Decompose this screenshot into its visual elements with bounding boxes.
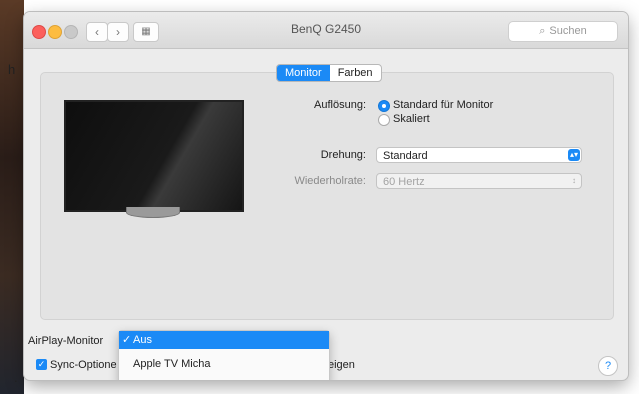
tab-bar: Monitor Farben: [276, 64, 382, 82]
preferences-window: ‹ › ▦ BenQ G2450 ⌕ Suchen Monitor Farben …: [24, 12, 628, 380]
sync-checkbox[interactable]: ✓: [36, 359, 47, 370]
radio-standard[interactable]: [378, 100, 390, 112]
rotation-select[interactable]: Standard ▴▾: [376, 147, 582, 163]
edge-text-fragment: h: [8, 62, 16, 77]
chevron-updown-icon: ▴▾: [568, 149, 580, 161]
airplay-label: AirPlay-Monitor: [28, 335, 104, 347]
rotation-label: Drehung:: [320, 149, 366, 161]
monitor-stand-image: [126, 207, 180, 218]
tab-monitor[interactable]: Monitor: [277, 65, 330, 81]
resolution-label: Auflösung:: [314, 99, 366, 111]
menu-item-apple-tv-label: Apple TV Micha: [133, 358, 211, 370]
edge-text-fragment: .: [14, 370, 18, 385]
menu-item-apple-tv[interactable]: Apple TV Micha: [119, 355, 329, 373]
sync-options-label: Sync-Optione: [50, 359, 117, 371]
tab-farben[interactable]: Farben: [330, 65, 381, 81]
search-field[interactable]: ⌕ Suchen: [508, 21, 618, 42]
magnifier-icon: ⌕: [539, 25, 546, 37]
refresh-value: 60 Hertz: [383, 176, 425, 188]
desktop-background: [0, 0, 24, 394]
radio-scaled[interactable]: [378, 114, 390, 126]
monitor-image: [64, 100, 244, 212]
chevron-updown-icon: ↕: [572, 176, 576, 185]
refresh-label: Wiederholrate:: [294, 175, 366, 187]
radio-standard-label: Standard für Monitor: [393, 99, 494, 111]
rotation-value: Standard: [383, 150, 428, 162]
refresh-select: 60 Hertz ↕: [376, 173, 582, 189]
menu-item-aus-label: Aus: [133, 334, 152, 346]
radio-scaled-label: Skaliert: [393, 113, 430, 125]
title-bar: ‹ › ▦ BenQ G2450 ⌕ Suchen: [24, 12, 628, 49]
help-button[interactable]: ?: [598, 356, 618, 376]
checkmark-icon: ✓: [122, 334, 132, 346]
airplay-dropdown-menu: ✓ Aus Apple TV Micha: [118, 330, 330, 380]
search-placeholder: Suchen: [549, 25, 587, 37]
sync-options-label-tail: eigen: [328, 359, 355, 371]
menu-item-aus[interactable]: ✓ Aus: [119, 331, 329, 349]
